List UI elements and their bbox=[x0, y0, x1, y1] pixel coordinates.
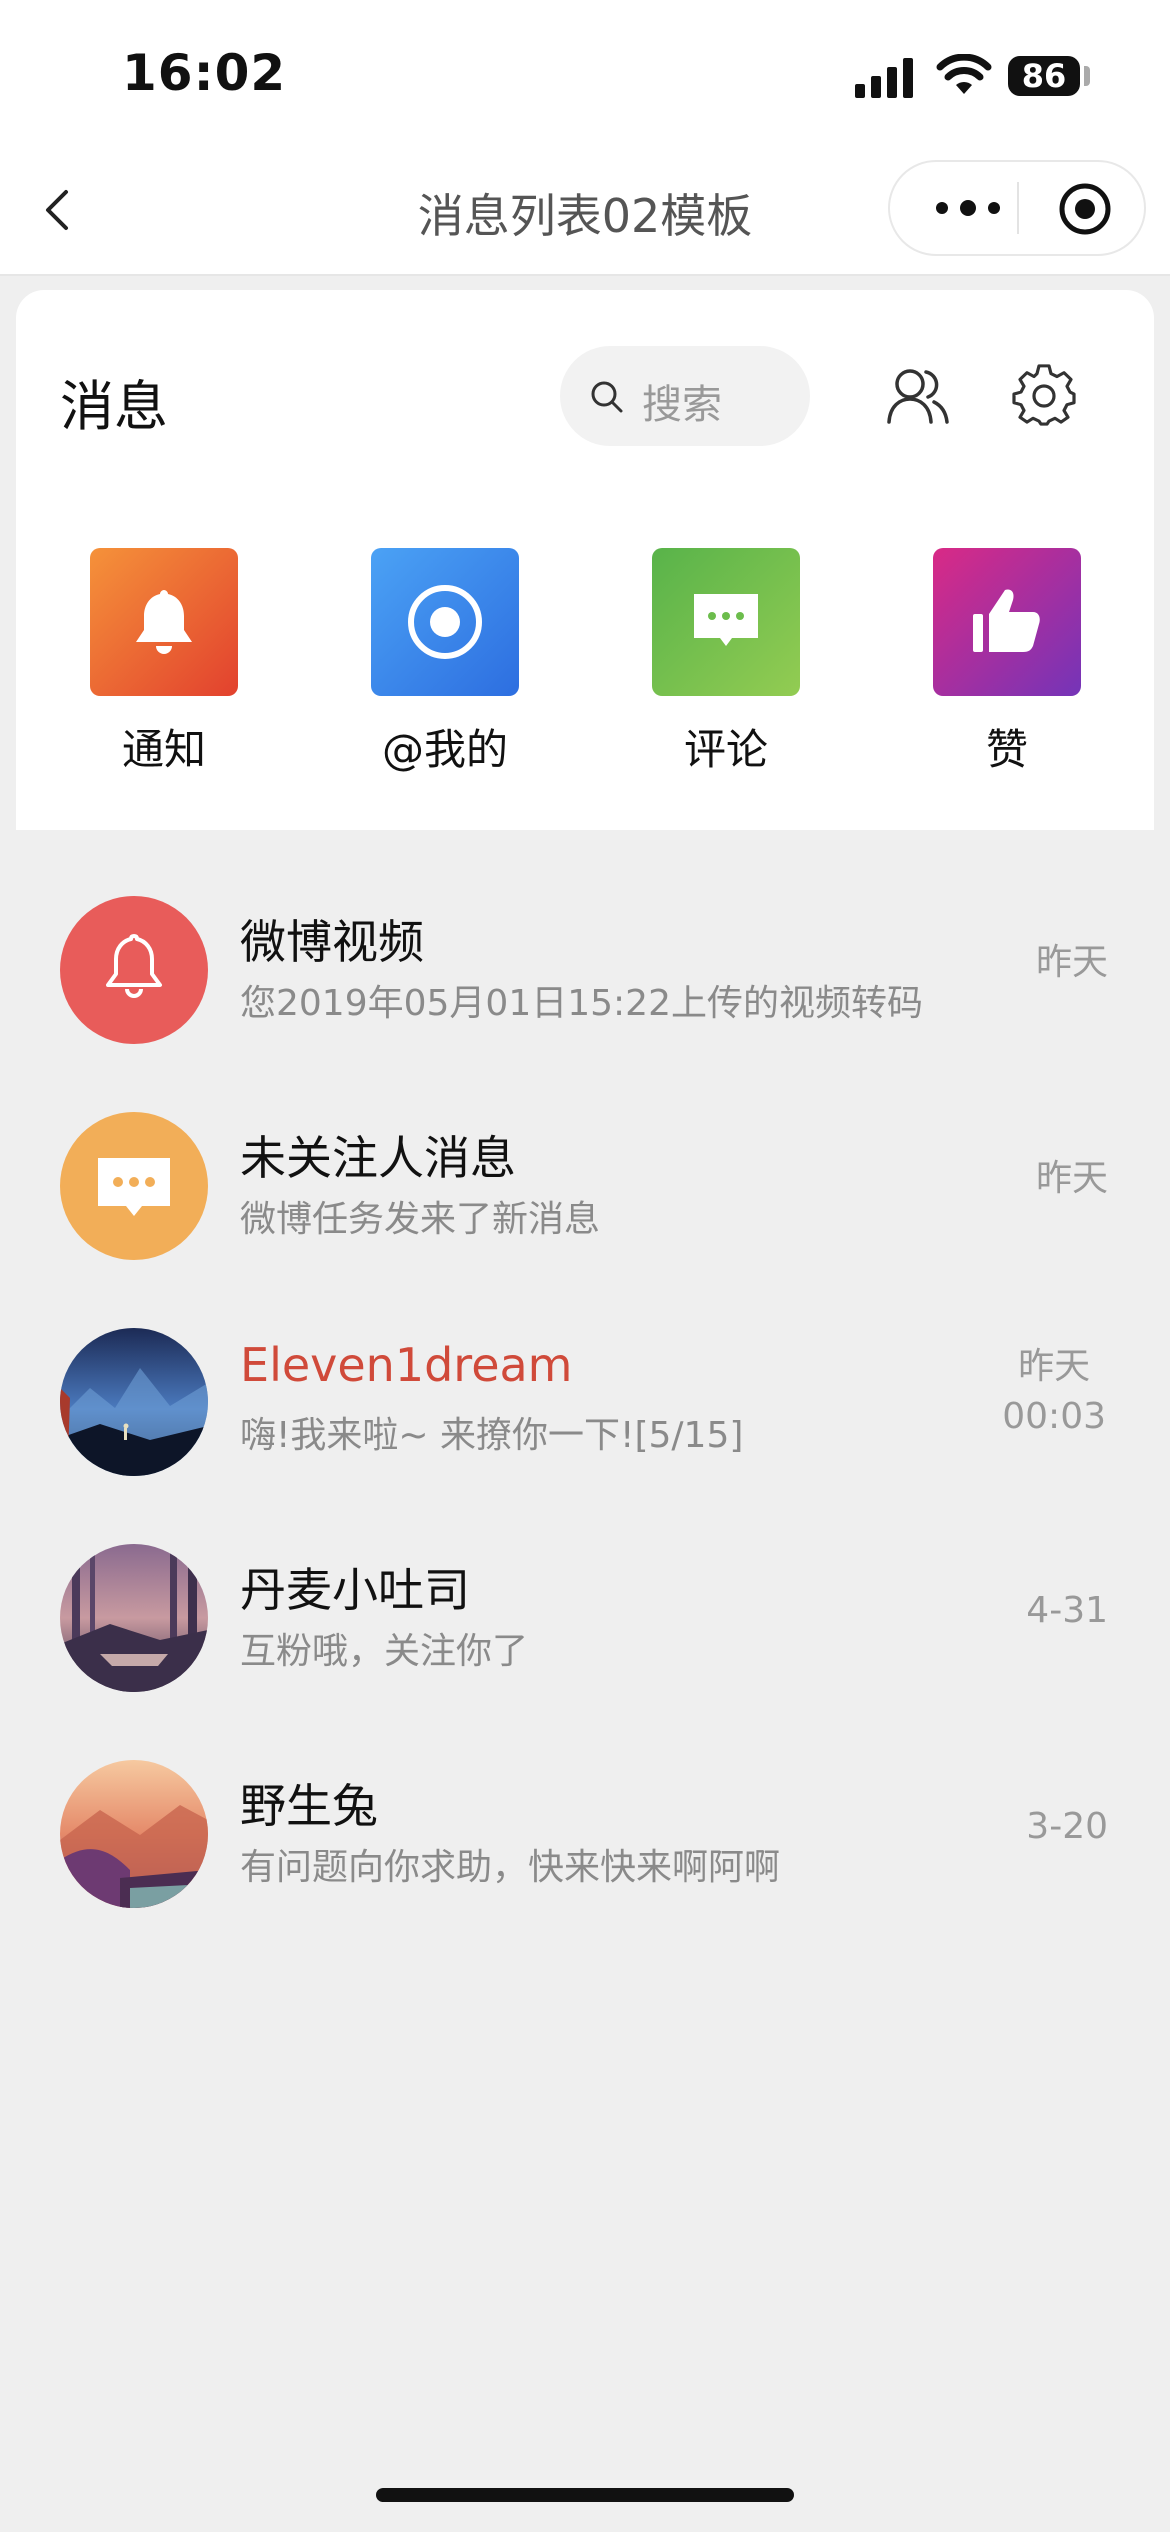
message-row[interactable]: 野生兔 有问题向你求助，快来快来啊阿啊 3-20 bbox=[0, 1734, 1170, 1934]
search-icon bbox=[591, 381, 623, 413]
bell-icon bbox=[106, 934, 162, 998]
forest-landscape-avatar bbox=[60, 1544, 208, 1692]
sender-name: Eleven1dream bbox=[240, 1338, 573, 1392]
message-row[interactable]: 微博视频 您2019年05月01日15:22上传的视频转码 昨天 bbox=[0, 870, 1170, 1070]
avatar bbox=[60, 896, 208, 1044]
message-header-card: 消息 搜索 通知 @我的 评论 赞 bbox=[16, 290, 1154, 830]
contacts-icon[interactable] bbox=[886, 366, 950, 426]
avatar bbox=[60, 1112, 208, 1260]
status-time: 16:02 bbox=[122, 44, 287, 102]
sender-name: 未关注人消息 bbox=[240, 1131, 516, 1185]
sender-name: 野生兔 bbox=[240, 1779, 378, 1833]
more-dots-icon[interactable] bbox=[928, 188, 1008, 228]
comment-tile bbox=[652, 548, 800, 696]
message-preview: 嗨!我来啦~ 来撩你一下![5/15] bbox=[240, 1415, 744, 1456]
category-notifications[interactable]: 通知 bbox=[90, 548, 238, 777]
message-row[interactable]: 丹麦小吐司 互粉哦，关注你了 4-31 bbox=[0, 1518, 1170, 1718]
category-comments[interactable]: 评论 bbox=[652, 548, 800, 777]
category-label: 通知 bbox=[121, 725, 206, 774]
sender-name: 丹麦小吐司 bbox=[240, 1563, 470, 1617]
thumbs-up-icon bbox=[973, 589, 1040, 652]
comment-icon bbox=[98, 1158, 170, 1216]
like-tile bbox=[933, 548, 1081, 696]
category-label: 赞 bbox=[985, 725, 1028, 774]
avatar bbox=[60, 1760, 208, 1908]
at-target-icon bbox=[408, 585, 482, 659]
battery-indicator: 86 bbox=[1008, 56, 1080, 96]
message-preview: 有问题向你求助，快来快来啊阿啊 bbox=[240, 1847, 781, 1888]
notification-tile bbox=[90, 548, 238, 696]
category-likes[interactable]: 赞 bbox=[933, 548, 1081, 777]
search-placeholder: 搜索 bbox=[642, 382, 722, 428]
comment-icon bbox=[694, 594, 758, 646]
settings-gear-icon[interactable] bbox=[1012, 364, 1076, 428]
message-time: 4-31 bbox=[1026, 1590, 1108, 1631]
navigation-bar: 消息列表02模板 bbox=[0, 150, 1170, 276]
message-row[interactable]: 未关注人消息 微博任务发来了新消息 昨天 bbox=[0, 1086, 1170, 1286]
message-time: 昨天 00:03 bbox=[1002, 1346, 1106, 1437]
message-preview: 互粉哦，关注你了 bbox=[240, 1631, 529, 1672]
wifi-icon bbox=[936, 54, 992, 94]
home-indicator bbox=[376, 2488, 794, 2502]
sunset-landscape-avatar bbox=[60, 1760, 208, 1908]
message-row[interactable]: Eleven1dream 嗨!我来啦~ 来撩你一下![5/15] 昨天 00:0… bbox=[0, 1302, 1170, 1502]
mention-tile bbox=[371, 548, 519, 696]
message-time: 昨天 bbox=[1035, 1158, 1108, 1199]
cellular-signal-icon bbox=[855, 58, 913, 98]
avatar bbox=[60, 1328, 208, 1476]
capsule-divider bbox=[1017, 182, 1019, 234]
messages-heading: 消息 bbox=[60, 375, 168, 438]
message-time: 3-20 bbox=[1026, 1806, 1108, 1847]
search-box[interactable]: 搜索 bbox=[560, 346, 810, 446]
mini-program-capsule bbox=[888, 160, 1146, 256]
message-preview: 微博任务发来了新消息 bbox=[240, 1199, 601, 1240]
message-preview: 您2019年05月01日15:22上传的视频转码 bbox=[240, 983, 923, 1024]
message-time: 昨天 bbox=[1035, 942, 1108, 983]
category-label: @我的 bbox=[381, 725, 508, 774]
battery-tip bbox=[1084, 66, 1090, 86]
avatar bbox=[60, 1544, 208, 1692]
status-bar: 16:02 86 bbox=[0, 0, 1170, 150]
close-target-icon[interactable] bbox=[1058, 182, 1112, 236]
category-label: 评论 bbox=[683, 725, 768, 774]
bell-icon bbox=[136, 590, 192, 654]
sender-name: 微博视频 bbox=[240, 915, 424, 969]
night-landscape-avatar bbox=[60, 1328, 208, 1476]
category-mentions[interactable]: @我的 bbox=[371, 548, 519, 777]
